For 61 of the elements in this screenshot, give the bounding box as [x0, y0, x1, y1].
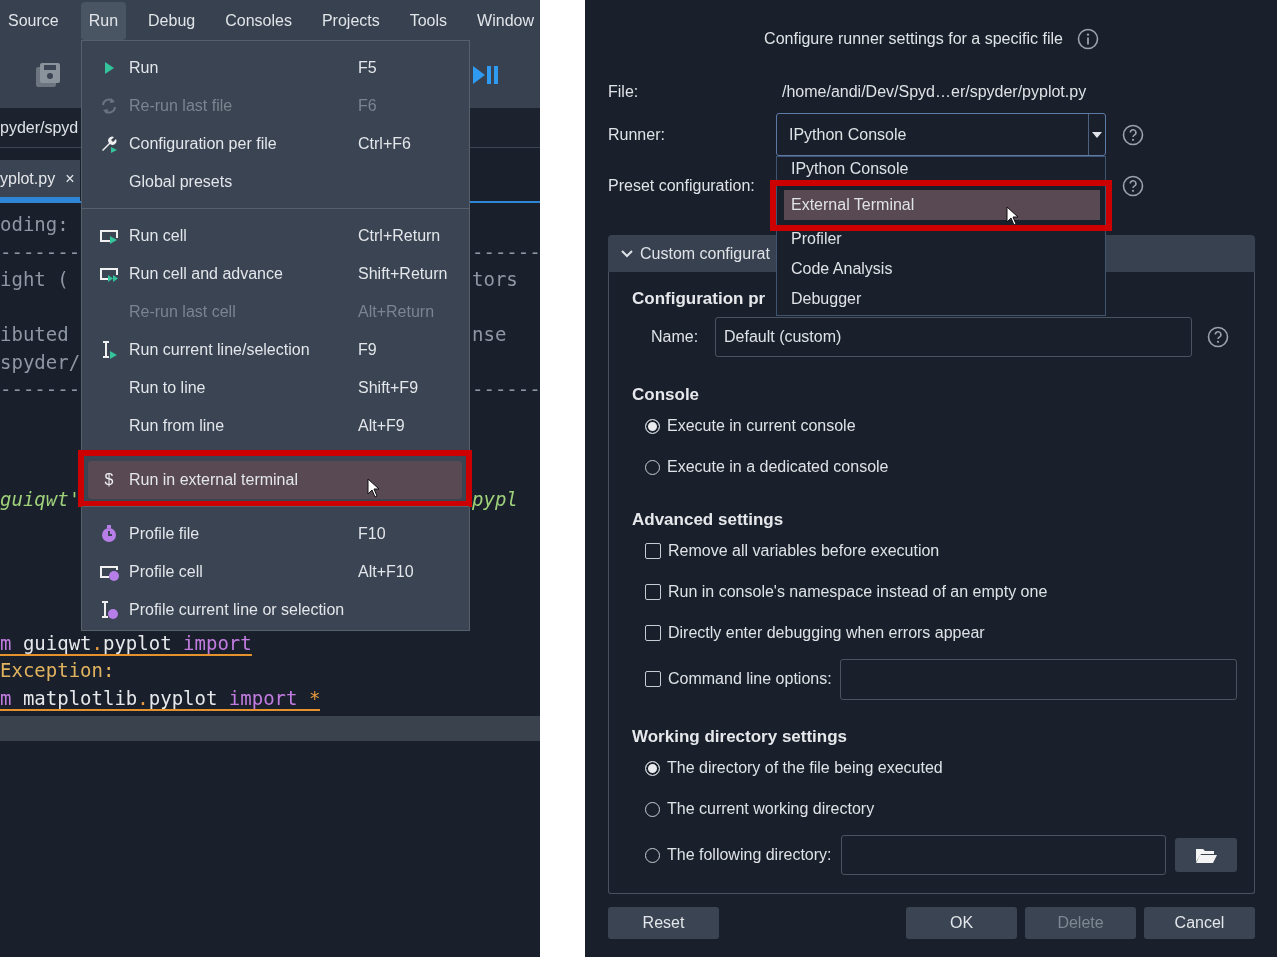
- shortcut-text: Alt+F10: [358, 563, 414, 581]
- menu-item-label: Configuration per file: [129, 135, 278, 153]
- section-heading: Working directory settings: [632, 726, 848, 748]
- option-label: Command line options:: [668, 670, 832, 688]
- dialog-title: Configure runner settings for a specific file: [764, 30, 1063, 48]
- shortcut-text: Shift+Return: [358, 265, 448, 283]
- menu-item-label: Global presets: [129, 173, 234, 191]
- option-label: Execute in current console: [667, 417, 856, 435]
- code-text: ight (: [0, 268, 69, 290]
- section-heading: Configuration pr: [632, 288, 766, 310]
- shortcut-text: F5: [358, 59, 377, 77]
- shortcut-text: Ctrl+F6: [358, 135, 411, 153]
- file-path: pyder/spyd: [0, 118, 79, 137]
- code-text: spyder/: [0, 350, 81, 373]
- code-line: Exception:: [0, 659, 115, 681]
- shortcut-text: Shift+F9: [358, 379, 419, 397]
- code-line: m matplotlib.pyplot import *: [0, 686, 321, 711]
- dollar-icon: $: [104, 471, 114, 489]
- section-heading: Console: [632, 384, 700, 406]
- shortcut-text: Alt+Return: [358, 303, 435, 321]
- option-label: Directly enter debugging when errors appear: [668, 624, 985, 642]
- shortcut-text: Alt+F9: [358, 417, 405, 435]
- shortcut-text: F10: [358, 525, 386, 543]
- code-text: ------: [472, 240, 540, 263]
- code-text: nse: [472, 323, 507, 345]
- menu-item-label: Run in external terminal: [129, 471, 299, 489]
- field-label: Preset configuration:: [608, 177, 756, 195]
- file-path: /home/andi/Dev/Spyd…er/spyder/pyplot.py: [781, 83, 1087, 101]
- code-text: -------: [0, 240, 81, 263]
- menu-item-label: Profile cell: [129, 563, 204, 581]
- shortcut-text: F9: [358, 341, 377, 359]
- code-text: oding:: [0, 213, 69, 235]
- menu-item-label: Run: [129, 59, 160, 77]
- tab-label: yplot.py: [0, 169, 56, 188]
- code-text: guiqwt': [0, 488, 81, 510]
- code-text: -------: [0, 378, 81, 400]
- option-label: Run in console's namespace instead of an empty one: [668, 583, 1048, 601]
- menu-item-label: Run to line: [129, 379, 207, 397]
- option-label: The following directory:: [667, 846, 832, 864]
- code-text: ibuted: [0, 323, 69, 345]
- section-heading: Advanced settings: [632, 509, 784, 531]
- menu-item-label: Re-run last file: [129, 97, 234, 115]
- field-label: Runner:: [608, 125, 666, 144]
- menu-item-label: Re-run last cell: [129, 303, 237, 321]
- menu-item-label: Profile current line or selection: [129, 601, 346, 619]
- menu-item-label: Run from line: [129, 417, 226, 435]
- menu-item-label: Run cell and advance: [129, 265, 284, 283]
- code-text: tors: [472, 268, 518, 290]
- option-label: Execute in a dedicated console: [667, 458, 889, 476]
- option-label: Remove all variables before execution: [668, 542, 940, 560]
- code-text: pypl: [472, 488, 518, 510]
- field-label: File:: [608, 83, 640, 101]
- code-text: ------: [472, 378, 540, 400]
- menu-item-label: Run cell: [129, 227, 188, 245]
- option-label: The current working directory: [667, 800, 875, 818]
- option-label: The directory of the file being executed: [667, 759, 943, 777]
- menu-item-label: Profile file: [129, 525, 201, 543]
- menu-item-label: Run current line/selection: [129, 341, 311, 359]
- field-label: Name:: [651, 328, 700, 346]
- shortcut-text: Ctrl+Return: [358, 227, 441, 245]
- shortcut-text: F6: [358, 97, 377, 115]
